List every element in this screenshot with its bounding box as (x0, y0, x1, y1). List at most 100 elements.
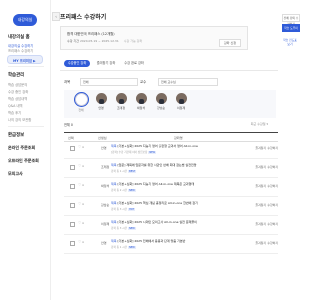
study-button[interactable]: 수강하기 (267, 165, 278, 169)
teacher-5[interactable]: 이정제 (174, 93, 188, 117)
tab-favorites[interactable]: 즐겨찾기 강좌 (94, 60, 118, 67)
heart-icon[interactable]: ♡ (78, 164, 81, 168)
back-button[interactable]: ‹ (52, 12, 60, 21)
teacher-label: 교수 (140, 80, 147, 84)
table-row[interactable]: ♡ ▫ 박정석 제목 [기본+심화] 2025 지능기 영어 All-in-on… (64, 179, 278, 197)
cart-icon[interactable]: ▫ (82, 145, 84, 149)
row-title-text: [기본+심화] 2025 지능기 영어 출판형 교과서 영어 All-in-on… (117, 144, 198, 148)
heart-icon[interactable]: ♡ (78, 202, 81, 206)
divider (60, 70, 278, 71)
favorite-button[interactable]: 즐겨찾기 (255, 203, 266, 207)
divider (8, 126, 44, 127)
favorite-button[interactable]: 즐겨찾기 (255, 222, 266, 226)
nav-item-study-5[interactable]: 나의 강의 보관함 (8, 117, 31, 122)
heart-icon[interactable]: ♡ (78, 221, 81, 225)
study-button[interactable]: 수강하기 (267, 146, 278, 150)
teacher-name: 안영 (98, 106, 104, 110)
rail-note[interactable]: 학습 진도표 보기 (282, 38, 298, 46)
teacher-1[interactable]: 안영 (94, 93, 108, 117)
teacher-all[interactable]: 전체 (74, 93, 88, 117)
teacher-select[interactable]: 전체 교수님 (158, 78, 218, 86)
row-checkbox[interactable] (70, 203, 75, 208)
row-title[interactable]: 제목 [기본+심화] 2025 전체에서 응용과 단계 맞춤 기본반 (111, 239, 185, 243)
favorite-button[interactable]: 즐겨찾기 (255, 241, 266, 245)
row-title[interactable]: 제목 [기본+심화] 2025 핵심 개념 총정리로 All-in-one 한번… (111, 201, 198, 205)
row-checkbox[interactable] (70, 184, 75, 189)
row-badge: HOT (128, 208, 136, 211)
row-tag: 제목 (111, 220, 117, 224)
table-row[interactable]: ♡ ▫ 안영 제목 [기본+심화] 2025 전체에서 응용과 단계 맞춤 기본… (64, 236, 278, 254)
subject-select[interactable]: 전체 (80, 78, 138, 86)
nav-item-etc-1[interactable]: 오프라인 주문조회 (8, 158, 39, 164)
freepass-pill[interactable]: MY 프리미엄 ▶ (7, 55, 43, 64)
tab-completed[interactable]: 수강 완료 강좌 (122, 60, 146, 67)
row-checkbox[interactable] (70, 165, 75, 170)
study-button[interactable]: 수강하기 (267, 203, 278, 207)
favorite-button[interactable]: 즐겨찾기 (255, 165, 266, 169)
table-row[interactable]: ♡ ▫ 이정제 제목 [기본+심화] 2025 시대인 모의고사 All-in-… (64, 217, 278, 235)
row-title[interactable]: 제목 [기본+심화] 2025 지능기 영어 All-in-one 제목은 교과… (111, 182, 194, 186)
tab-in-progress[interactable]: 수강중인 강좌 (64, 60, 90, 67)
nav-item-study-0[interactable]: 학습 상담문의 (8, 82, 27, 87)
teacher-2[interactable]: 조태정 (114, 93, 128, 117)
sort-select[interactable]: 최근 수강일 ▾ (251, 122, 268, 126)
nav-item-study-2[interactable]: 학습 상담내역 (8, 96, 27, 101)
cart-icon[interactable]: ▫ (82, 202, 84, 206)
row-teacher: 안영 (101, 146, 107, 150)
study-button[interactable]: 수강하기 (267, 184, 278, 188)
row-sub-text: 강좌 총 3 시간 (111, 227, 128, 230)
cart-icon[interactable]: ▫ (82, 164, 84, 168)
row-sub: 강좌 총 2 시간 NEW (111, 188, 136, 192)
period-label: 수강 기간 (67, 39, 79, 43)
nav-item-etc-2[interactable]: 모의고사 (8, 171, 23, 177)
row-tag: 제목 (111, 163, 117, 167)
teacher-name: 강남순 (157, 106, 165, 110)
table-row[interactable]: ♡ ▫ 조태정 제목 [입문] 제목에 입문자를 위한 사관인 반배 최대 잡는… (64, 160, 278, 178)
row-checkbox[interactable] (70, 222, 75, 227)
rail-helper-button[interactable]: 학습 도우미 (282, 24, 300, 32)
cart-icon[interactable]: ▫ (82, 221, 84, 225)
cart-icon[interactable]: ▫ (82, 183, 84, 187)
row-checkbox[interactable] (70, 241, 75, 246)
course-summary: 합격 대한민국 프리패스 (12개월) 수강 기간 2024.05.19 ~ 2… (60, 26, 248, 50)
row-teacher: 이정제 (101, 222, 110, 226)
nav-item-study-1[interactable]: 수강 중인 강좌 (8, 89, 28, 94)
row-checkbox[interactable] (70, 146, 75, 151)
row-teacher: 박정석 (101, 184, 110, 188)
course-apply-button[interactable]: 강좌 신청 (219, 39, 241, 47)
table-row[interactable]: ♡ ▫ 안영 제목 [기본+심화] 2025 지능기 영어 출판형 교과서 영어… (64, 141, 278, 159)
row-title-text: [기본+심화] 2025 지능기 영어 All-in-one 제목은 교과형태 (117, 182, 195, 186)
nav-section-study[interactable]: 학습관리 (8, 72, 24, 78)
row-title[interactable]: 제목 [기본+심화] 2025 시대인 모의고사 All-in-one 실전 문… (111, 220, 197, 224)
favorite-button[interactable]: 즐겨찾기 (255, 184, 266, 188)
study-button[interactable]: 수강하기 (267, 222, 278, 226)
rail-all-lectures-button[interactable]: 전체 강의 수강하기 (282, 14, 300, 26)
row-title-text: [입문] 제목에 입문자를 위한 사관인 반배 최대 잡는법 실전전망 (117, 163, 197, 167)
nav-item-study-4[interactable]: 학습 후기 (8, 110, 21, 115)
row-title[interactable]: 제목 [기본+심화] 2025 지능기 영어 출판형 교과서 영어 All-in… (111, 144, 198, 148)
row-title-text: [기본+심화] 2025 전체에서 응용과 단계 맞춤 기본반 (117, 239, 186, 243)
teacher-filter: 전체 안영 조태정 박정석 강남순 이정제 (64, 90, 276, 118)
list-header: 전체 0 최근 수강일 ▾ (64, 122, 278, 128)
nav-section-home[interactable]: 내강의실 홈 (8, 34, 30, 40)
row-badge: NEW (128, 246, 136, 249)
nav-section-refund[interactable]: 환급정보 (8, 132, 24, 138)
cart-icon[interactable]: ▫ (82, 240, 84, 244)
table-row[interactable]: ♡ ▫ 강남순 제목 [기본+심화] 2025 핵심 개념 총정리로 All-i… (64, 198, 278, 216)
study-button[interactable]: 수강하기 (267, 241, 278, 245)
heart-icon[interactable]: ♡ (78, 145, 81, 149)
teacher-name: 박정석 (137, 106, 145, 110)
favorite-button[interactable]: 즐겨찾기 (255, 146, 266, 150)
teacher-4[interactable]: 강남순 (154, 93, 168, 117)
teacher-3[interactable]: 박정석 (134, 93, 148, 117)
nav-item-study-3[interactable]: Q&A 내역 (8, 103, 23, 108)
heart-icon[interactable]: ♡ (78, 183, 81, 187)
th-teacher: 선생님 (98, 136, 107, 140)
row-title[interactable]: 제목 [입문] 제목에 입문자를 위한 사관인 반배 최대 잡는법 실전전망 (111, 163, 196, 167)
brand-badge[interactable]: 내강의실 (13, 14, 37, 26)
nav-item-freepass[interactable]: 프리패스 수강하기 (8, 48, 33, 53)
nav-item-etc-0[interactable]: 온라인 주문조회 (8, 145, 35, 151)
heart-icon[interactable]: ♡ (78, 240, 81, 244)
teacher-name: 전체 (78, 108, 84, 112)
avatar (95, 93, 107, 104)
